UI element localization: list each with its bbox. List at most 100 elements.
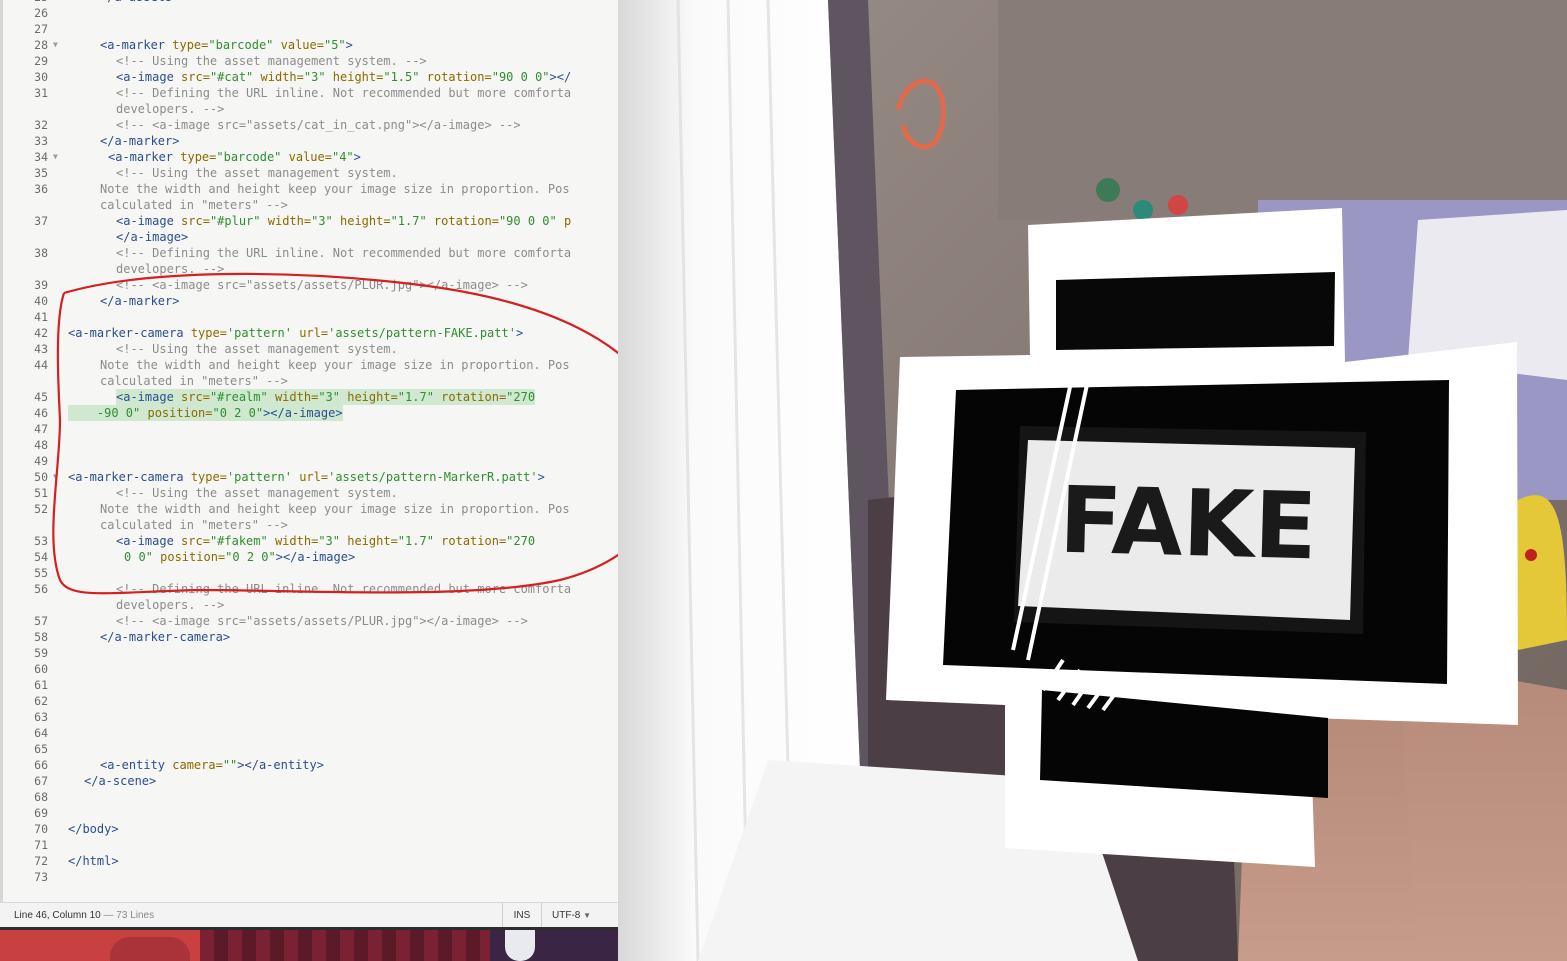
code-line[interactable]: developers. --> (116, 101, 224, 117)
line-number: 38 (34, 246, 48, 260)
code-line[interactable]: </a-marker> (100, 133, 179, 149)
line-number: 52 (34, 502, 48, 516)
line-number: 72 (34, 854, 48, 868)
line-number: 65 (34, 742, 48, 756)
code-line[interactable]: <!-- <a-image src="assets/assets/PLUR.jp… (116, 613, 528, 629)
line-number: 73 (34, 870, 48, 884)
code-line[interactable]: </a-marker> (100, 293, 179, 309)
status-bar: Line 46, Column 10 — 73 Lines INS UTF-8 … (0, 902, 618, 927)
code-line[interactable]: </html> (68, 853, 119, 869)
line-number: 47 (34, 422, 48, 436)
marker-text: FAKE (1058, 467, 1318, 581)
line-number: 44 (34, 358, 48, 372)
code-line[interactable]: <!-- <a-image src="assets/cat_in_cat.png… (116, 117, 521, 133)
line-number: 33 (34, 134, 48, 148)
background-strip (0, 927, 618, 961)
code-editor[interactable]: 25</a-assets>262728▼<a-marker type="barc… (0, 0, 618, 927)
code-line[interactable]: Note the width and height keep your imag… (100, 357, 570, 373)
line-number: 32 (34, 118, 48, 132)
code-line[interactable]: </body> (68, 821, 119, 837)
code-line[interactable]: <!-- Using the asset management system. (116, 341, 398, 357)
code-line[interactable]: </a-image> (116, 229, 188, 245)
line-number: 45 (34, 390, 48, 404)
line-number: 43 (34, 342, 48, 356)
line-number: 36 (34, 182, 48, 196)
line-number: 68 (34, 790, 48, 804)
line-number: 46 (34, 406, 48, 420)
code-line[interactable]: <a-image src="#fakem" width="3" height="… (116, 533, 535, 549)
code-line[interactable]: <a-marker type="barcode" value="4"> (108, 149, 361, 165)
line-number: 69 (34, 806, 48, 820)
code-line[interactable]: </a-assets> (100, 0, 179, 5)
encoding-selector[interactable]: UTF-8 ▼ (552, 903, 591, 927)
chevron-down-icon: ▼ (583, 911, 592, 920)
line-number: 35 (34, 166, 48, 180)
line-number: 51 (34, 486, 48, 500)
code-line[interactable]: <a-image src="#cat" width="3" height="1.… (116, 69, 571, 85)
line-number: 28 (34, 38, 48, 52)
line-number: 67 (34, 774, 48, 788)
code-line[interactable]: calculated in "meters" --> (100, 197, 288, 213)
fold-toggle-icon[interactable]: ▼ (53, 149, 58, 165)
line-number: 41 (34, 310, 48, 324)
code-line[interactable]: calculated in "meters" --> (100, 373, 288, 389)
line-number: 64 (34, 726, 48, 740)
line-number: 54 (34, 550, 48, 564)
editor-left-edge (0, 0, 3, 927)
fold-toggle-icon[interactable]: ▼ (53, 469, 58, 485)
code-line[interactable]: <a-image src="#plur" width="3" height="1… (116, 213, 571, 229)
line-number: 53 (34, 534, 48, 548)
line-number: 49 (34, 454, 48, 468)
code-line[interactable]: developers. --> (116, 261, 224, 277)
line-number: 57 (34, 614, 48, 628)
line-number: 39 (34, 278, 48, 292)
line-number: 37 (34, 214, 48, 228)
code-line[interactable]: <!-- Defining the URL inline. Not recomm… (116, 245, 571, 261)
line-number: 58 (34, 630, 48, 644)
code-line[interactable]: Note the width and height keep your imag… (100, 501, 570, 517)
code-line[interactable]: <!-- Defining the URL inline. Not recomm… (116, 85, 571, 101)
line-number: 26 (34, 6, 48, 20)
line-number: 66 (34, 758, 48, 772)
line-number: 29 (34, 54, 48, 68)
code-line[interactable]: </a-marker-camera> (100, 629, 230, 645)
code-line[interactable]: <a-marker-camera type='pattern' url='ass… (68, 469, 545, 485)
line-count: — 73 Lines (103, 910, 155, 921)
line-number: 59 (34, 646, 48, 660)
line-number: 50 (34, 470, 48, 484)
code-line[interactable]: <!-- Using the asset management system. (116, 485, 398, 501)
line-number: 71 (34, 838, 48, 852)
code-line[interactable]: <a-entity camera=""></a-entity> (100, 757, 324, 773)
code-line[interactable]: <!-- Using the asset management system. (116, 165, 398, 181)
code-line[interactable]: </a-scene> (84, 773, 156, 789)
line-number: 48 (34, 438, 48, 452)
line-number: 63 (34, 710, 48, 724)
line-number: 60 (34, 662, 48, 676)
code-line[interactable]: <!-- <a-image src="assets/assets/PLUR.jp… (116, 277, 528, 293)
code-line[interactable]: <a-marker-camera type='pattern' url='ass… (68, 325, 523, 341)
code-line[interactable]: <a-image src="#realm" width="3" height="… (116, 389, 536, 405)
line-number: 62 (34, 694, 48, 708)
code-line[interactable]: developers. --> (116, 597, 224, 613)
insert-mode-toggle[interactable]: INS (502, 903, 542, 927)
line-number: 55 (34, 566, 48, 580)
line-number: 56 (34, 582, 48, 596)
line-number: 34 (34, 150, 48, 164)
line-number: 61 (34, 678, 48, 692)
ar-camera-feed: FAKE (618, 0, 1567, 961)
code-line[interactable]: <a-marker type="barcode" value="5"> (100, 37, 353, 53)
camera-scene: FAKE (618, 0, 1567, 961)
line-number: 70 (34, 822, 48, 836)
fold-toggle-icon[interactable]: ▼ (53, 37, 58, 53)
code-line[interactable]: <!-- Using the asset management system. … (116, 53, 427, 69)
line-number: 42 (34, 326, 48, 340)
code-line[interactable]: <!-- Defining the URL inline. Not recomm… (116, 581, 571, 597)
code-line[interactable]: 0 0" position="0 2 0"></a-image> (124, 549, 355, 565)
code-line[interactable]: -90 0" position="0 2 0"></a-image> (68, 405, 343, 421)
code-line[interactable]: Note the width and height keep your imag… (100, 181, 570, 197)
code-line[interactable]: calculated in "meters" --> (100, 517, 288, 533)
cursor-position: Line 46, Column 10 — 73 Lines (14, 910, 155, 921)
line-number: 30 (34, 70, 48, 84)
line-number: 27 (34, 22, 48, 36)
line-number: 31 (34, 86, 48, 100)
